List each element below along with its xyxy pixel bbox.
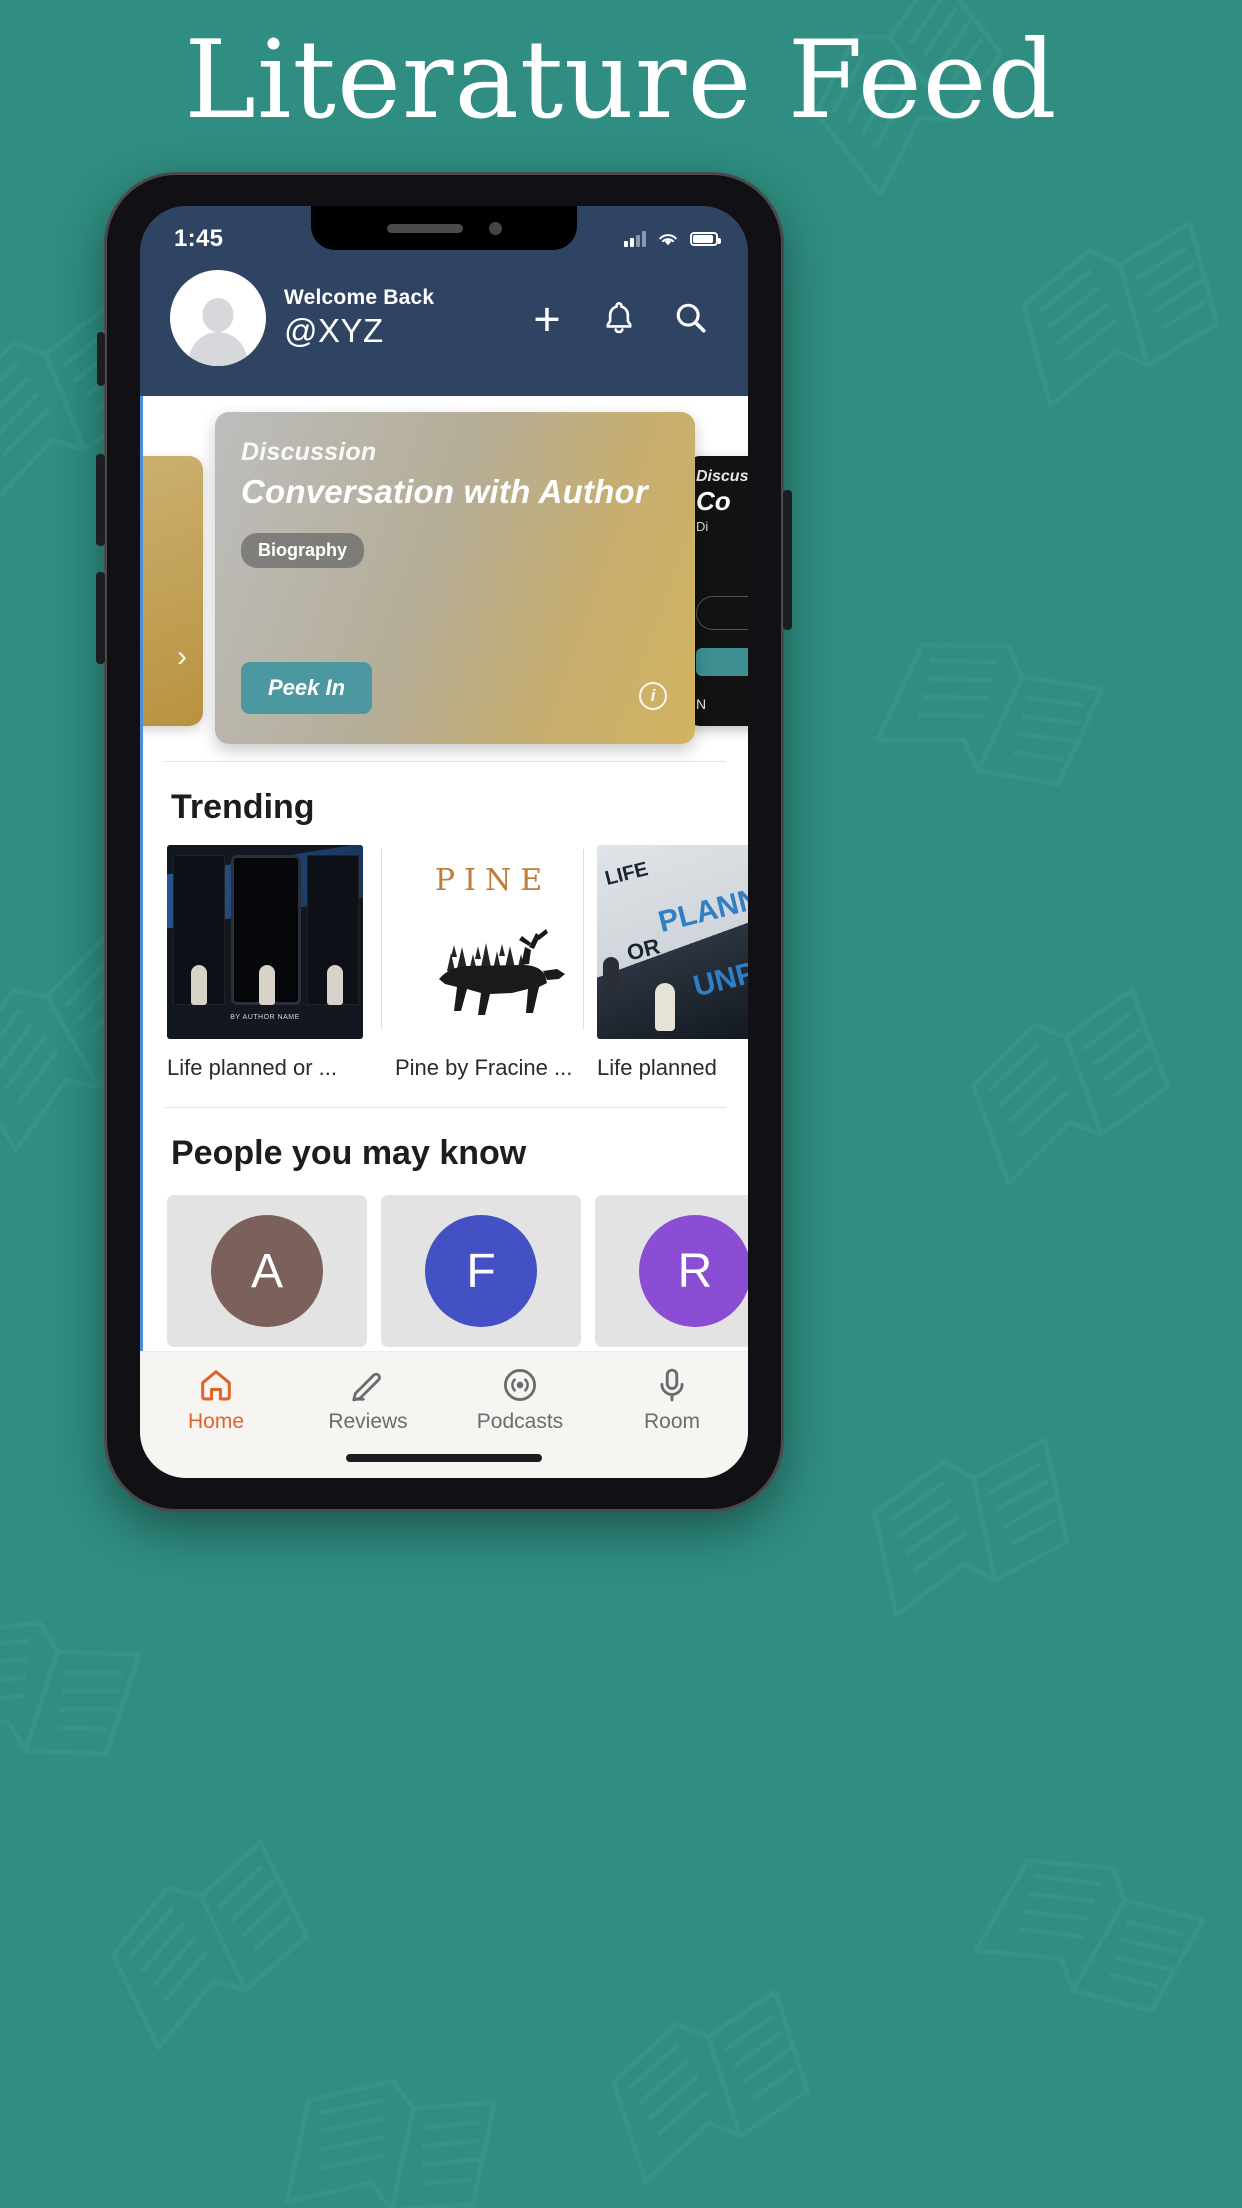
info-icon[interactable]: i: [639, 682, 667, 710]
trending-item-label: Life planned or ...: [167, 1055, 338, 1080]
nav-label-room: Room: [643, 1410, 701, 1433]
microphone-icon: [660, 1368, 684, 1402]
search-icon[interactable]: [664, 301, 718, 335]
nav-item-reviews[interactable]: Reviews: [292, 1366, 444, 1434]
book-cover-life-planned-tablet: BY AUTHOR NAME: [167, 845, 363, 1039]
trending-item-label: Pine by Fracine ...: [395, 1055, 573, 1080]
phone-power-button[interactable]: [783, 490, 792, 630]
nav-item-home[interactable]: Home: [140, 1366, 292, 1434]
carousel-card-next[interactable]: Discussion Co Di N: [686, 456, 748, 726]
list-item[interactable]: R: [595, 1195, 748, 1347]
front-camera: [488, 221, 502, 235]
trending-item-label: Life planned: [597, 1055, 717, 1080]
phone-mute-button[interactable]: [97, 332, 105, 386]
phone-volume-up-button[interactable]: [96, 454, 105, 546]
list-item[interactable]: F: [381, 1195, 581, 1347]
next-card-tag: [696, 596, 748, 630]
app-header: Welcome Back @XYZ +: [140, 264, 748, 396]
nav-item-podcasts[interactable]: Podcasts: [444, 1366, 596, 1434]
chevron-right-icon: ›: [177, 640, 187, 673]
phone-volume-down-button[interactable]: [96, 572, 105, 664]
next-card-subtitle: Di: [696, 519, 709, 534]
next-card-button[interactable]: [696, 648, 748, 676]
nav-label-home: Home: [187, 1410, 245, 1433]
trending-list[interactable]: BY AUTHOR NAME Life planned or ... PINE: [143, 845, 748, 1081]
user-avatar-icon[interactable]: [170, 270, 266, 366]
deer-forest-illustration: [439, 929, 565, 1015]
card-category-tag: Biography: [241, 533, 365, 568]
app-content: › Discussion Co Di N Discussion Conversa…: [140, 396, 748, 1351]
user-handle: @XYZ: [284, 312, 384, 349]
wifi-icon: [659, 234, 677, 246]
people-list[interactable]: A F R: [143, 1191, 748, 1347]
trending-heading: Trending: [171, 788, 315, 826]
earpiece-speaker: [386, 223, 463, 233]
cellular-signal-icon: [624, 231, 646, 247]
broadcast-icon: [504, 1369, 536, 1401]
phone-mockup: 1:45 Welcome Back @XYZ + › Discus Co Di …: [96, 172, 792, 1512]
avatar[interactable]: R: [639, 1215, 748, 1327]
avatar[interactable]: A: [211, 1215, 323, 1327]
book-cover-pine-title: PINE: [434, 863, 552, 898]
bell-icon[interactable]: [592, 300, 646, 336]
bottom-navigation[interactable]: Home Reviews Podcasts Room: [140, 1351, 748, 1440]
trending-item[interactable]: LIFE PLANNED OR UNPL Life planned: [571, 845, 748, 1081]
people-heading: People you may know: [171, 1134, 527, 1172]
page-title: Literature Feed: [184, 18, 1058, 143]
home-indicator: [140, 1440, 748, 1478]
battery-icon: [690, 232, 721, 246]
book-cover-life-planned-blue: LIFE PLANNED OR UNPL: [597, 845, 748, 1039]
trending-item[interactable]: PINE Pine by Fracine ...: [369, 845, 591, 1081]
nav-item-room[interactable]: Room: [596, 1366, 748, 1434]
greeting-block: Welcome Back @XYZ: [284, 286, 502, 350]
carousel-card-previous[interactable]: ›: [143, 456, 203, 726]
card-kicker: Discussion: [241, 438, 377, 466]
home-icon: [201, 1370, 231, 1401]
plus-icon[interactable]: +: [520, 295, 574, 342]
status-time: 1:45: [174, 225, 224, 252]
next-card-kicker: Discussion: [696, 468, 748, 485]
phone-notch: [311, 206, 577, 250]
trending-item[interactable]: BY AUTHOR NAME Life planned or ...: [167, 845, 369, 1081]
welcome-label: Welcome Back: [284, 286, 435, 309]
peek-in-button[interactable]: Peek In: [241, 662, 373, 714]
list-item[interactable]: A: [167, 1195, 367, 1347]
avatar[interactable]: F: [425, 1215, 537, 1327]
carousel-card-active[interactable]: Discussion Conversation with Author Biog…: [215, 412, 695, 744]
book-cover-pine: PINE: [395, 845, 591, 1039]
card-title: Conversation with Author: [241, 473, 648, 510]
next-card-title: Co: [696, 486, 731, 516]
next-card-footer: N: [696, 696, 707, 712]
nav-label-reviews: Reviews: [328, 1410, 408, 1433]
pencil-icon: [352, 1372, 381, 1402]
featured-carousel[interactable]: › Discussion Co Di N Discussion Conversa…: [143, 396, 748, 761]
phone-screen: 1:45 Welcome Back @XYZ + › Discus Co Di …: [140, 206, 748, 1478]
nav-label-podcasts: Podcasts: [476, 1410, 564, 1433]
